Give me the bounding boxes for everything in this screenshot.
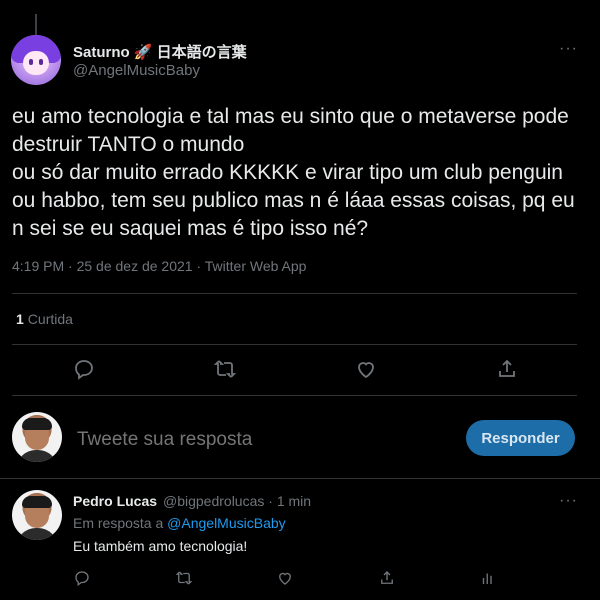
reply-reply-button[interactable] xyxy=(73,569,97,593)
author-handle[interactable]: @AngelMusicBaby xyxy=(73,62,200,79)
in-reply-to-handle[interactable]: @AngelMusicBaby xyxy=(167,515,286,531)
likes-number: 1 xyxy=(16,311,24,327)
retweet-button[interactable] xyxy=(213,357,237,381)
reply-analytics-button[interactable] xyxy=(479,569,503,593)
current-user-avatar[interactable] xyxy=(12,412,62,462)
heart-icon xyxy=(279,572,291,585)
heart-icon xyxy=(358,362,374,379)
reply-more-button[interactable]: ··· xyxy=(559,492,578,510)
avatar-eye-right xyxy=(39,59,43,65)
retweet-icon xyxy=(175,571,193,585)
tweet-detail-page: Saturno 🚀 日本語の言葉 @AngelMusicBaby ··· eu … xyxy=(0,0,600,600)
divider xyxy=(12,293,577,294)
thread-connector-line xyxy=(35,14,37,36)
reply-author-avatar[interactable] xyxy=(12,490,62,540)
share-icon xyxy=(499,359,515,377)
avatar-shirt xyxy=(16,450,58,462)
share-button[interactable] xyxy=(495,357,519,381)
avatar-shirt xyxy=(16,528,58,540)
reply-text: Eu também amo tecnologia! xyxy=(73,538,248,554)
reply-retweet-button[interactable] xyxy=(175,569,199,593)
avatar-face xyxy=(23,51,49,75)
reply-submit-button[interactable]: Responder xyxy=(466,420,575,456)
reply-like-button[interactable] xyxy=(276,569,300,593)
likes-count[interactable]: 1 Curtida xyxy=(16,311,73,327)
in-reply-to-prefix: Em resposta a xyxy=(73,515,168,531)
author-avatar[interactable] xyxy=(11,35,61,85)
like-button[interactable] xyxy=(354,357,378,381)
divider xyxy=(12,344,577,345)
share-icon xyxy=(381,571,393,584)
author-name[interactable]: Saturno 🚀 日本語の言葉 xyxy=(73,41,247,62)
in-reply-to: Em resposta a @AngelMusicBaby xyxy=(73,515,286,531)
avatar-eye-left xyxy=(29,59,33,65)
reply-input[interactable] xyxy=(75,425,409,455)
tweet-more-button[interactable]: ··· xyxy=(559,40,578,58)
reply-author-handle-time[interactable]: @bigpedrolucas · 1 min xyxy=(163,493,311,509)
retweet-icon xyxy=(213,360,237,378)
tweet-timestamp[interactable]: 4:19 PM · 25 de dez de 2021 · Twitter We… xyxy=(12,258,306,274)
tweet-text: eu amo tecnologia e tal mas eu sinto que… xyxy=(12,105,575,240)
divider xyxy=(0,478,600,479)
comment-icon xyxy=(75,360,93,380)
avatar-hair xyxy=(22,496,52,508)
analytics-icon xyxy=(482,573,492,584)
reply-share-button[interactable] xyxy=(378,569,402,593)
likes-label: Curtida xyxy=(27,311,73,327)
divider xyxy=(12,395,577,396)
reply-author-name[interactable]: Pedro Lucas xyxy=(73,493,157,509)
reply-button[interactable] xyxy=(72,357,96,381)
comment-icon xyxy=(75,571,89,587)
avatar-hair xyxy=(22,418,52,430)
